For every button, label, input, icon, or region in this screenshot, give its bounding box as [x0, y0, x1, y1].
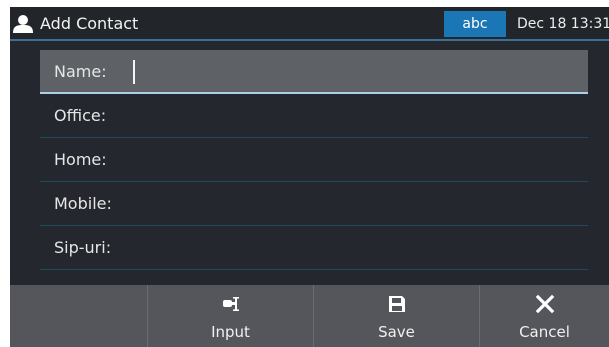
home-field-label: Home: [54, 150, 107, 169]
mobile-field[interactable]: Mobile: [40, 182, 588, 226]
close-icon [535, 294, 554, 314]
softkey-empty [10, 285, 148, 347]
save-softkey[interactable]: Save [314, 285, 480, 347]
cancel-softkey[interactable]: Cancel [480, 285, 609, 347]
contact-form: Name: Office: Home: Mobile: Sip-uri: [40, 50, 588, 270]
sip-uri-field-label: Sip-uri: [54, 238, 112, 257]
softkey-bar: Input Save Cancel [10, 285, 609, 347]
office-field[interactable]: Office: [40, 94, 588, 138]
text-cursor [133, 60, 135, 84]
save-icon [388, 296, 405, 312]
user-icon [13, 15, 33, 33]
office-field-label: Office: [54, 106, 107, 125]
page-title: Add Contact [40, 14, 139, 33]
title-bar: Add Contact abc Dec 18 13:31 [10, 7, 609, 41]
name-field-label: Name: [54, 62, 107, 81]
input-softkey[interactable]: Input [148, 285, 314, 347]
sip-uri-field[interactable]: Sip-uri: [40, 226, 588, 270]
home-field[interactable]: Home: [40, 138, 588, 182]
input-softkey-label: Input [211, 323, 250, 341]
name-field[interactable]: Name: [40, 50, 588, 94]
mobile-field-label: Mobile: [54, 194, 112, 213]
input-mode-indicator[interactable]: abc [444, 11, 506, 37]
date-time: Dec 18 13:31 [517, 16, 609, 32]
save-softkey-label: Save [378, 323, 415, 341]
input-method-icon [222, 297, 239, 311]
phone-screen: Add Contact abc Dec 18 13:31 Name: Offic… [10, 7, 609, 347]
cancel-softkey-label: Cancel [519, 323, 570, 341]
